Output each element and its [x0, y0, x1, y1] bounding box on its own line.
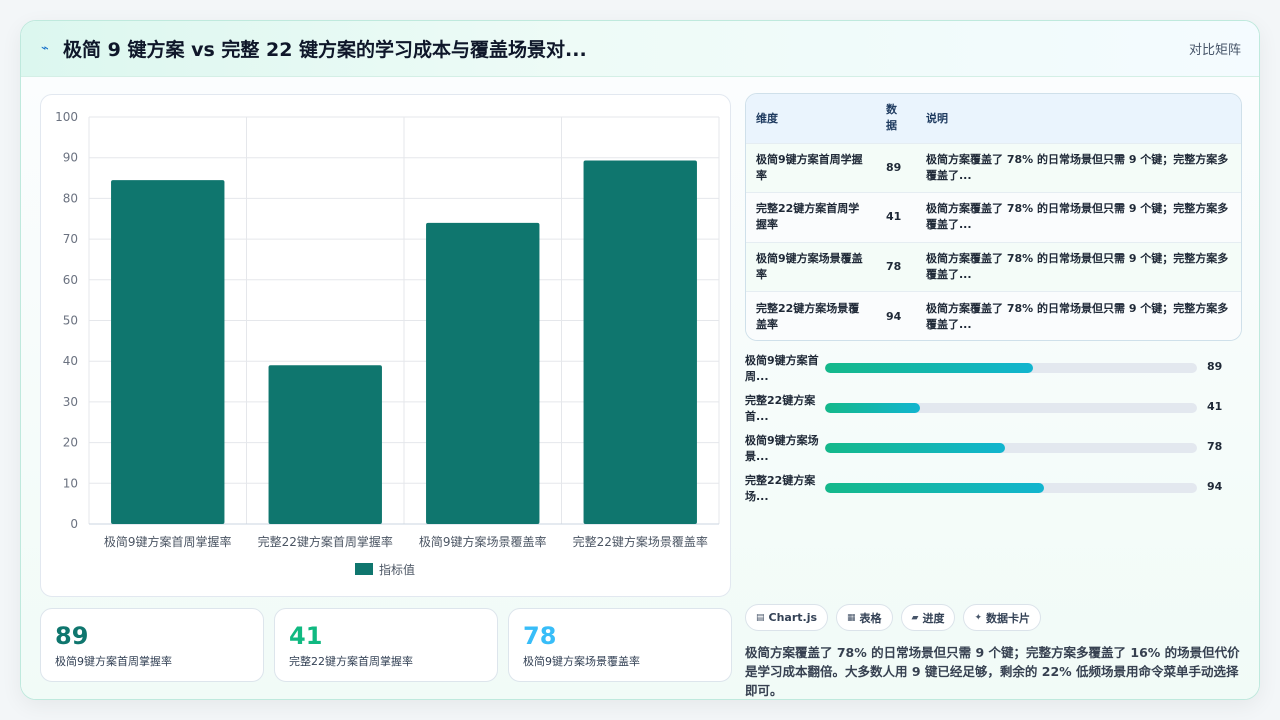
progress-value: 89 [1207, 360, 1223, 373]
header-value: 数据 [886, 103, 897, 133]
cell-value: 41 [886, 210, 902, 224]
progress-label: 极简9键方案首周... [745, 354, 819, 383]
y-tick-label: 30 [63, 395, 78, 409]
chip-progress[interactable]: ▰ 进度 [900, 604, 956, 631]
y-tick-label: 70 [63, 232, 78, 246]
x-tick-label: 完整22键方案首周掌握率 [258, 534, 393, 549]
cell-dimension: 极简9键方案首周学握率 [756, 152, 863, 182]
progress-track [825, 403, 1197, 413]
chip-data-card[interactable]: ✦ 数据卡片 [963, 604, 1042, 631]
bar [268, 365, 382, 524]
table-row: 极简9键方案场景覆盖率 78 极简方案覆盖了 78% 的日常场景但只需 9 个键… [746, 242, 1241, 292]
summary-text: 极简方案覆盖了 78% 的日常场景但只需 9 个键；完整方案多覆盖了 16% 的… [745, 645, 1240, 698]
dashboard-card: ⌁ 极简 9 键方案 vs 完整 22 键方案的学习成本与覆盖场景对... 对比… [20, 20, 1260, 700]
header: ⌁ 极简 9 键方案 vs 完整 22 键方案的学习成本与覆盖场景对... 对比… [21, 21, 1259, 77]
y-tick-label: 20 [63, 436, 78, 450]
cell-value: 94 [886, 309, 902, 323]
progress-label: 完整22键方案场... [745, 474, 816, 503]
kpi-card: 41 完整22键方案首周掌握率 [274, 608, 498, 682]
y-tick-label: 40 [63, 354, 78, 368]
kpi-value: 41 [289, 622, 323, 650]
header-description: 说明 [926, 112, 948, 126]
table-header-row: 维度 数据 说明 [746, 94, 1241, 143]
progress-fill [825, 363, 1034, 373]
view-tag[interactable]: 对比矩阵 [1189, 39, 1241, 58]
progress-fill [825, 443, 1006, 453]
y-tick-label: 0 [70, 517, 78, 531]
legend-swatch [355, 563, 373, 575]
table-row: 完整22键方案场景覆盖率 94 极简方案覆盖了 78% 的日常场景但只需 9 个… [746, 291, 1241, 340]
y-tick-label: 100 [55, 110, 78, 124]
cell-description: 极简方案覆盖了 78% 的日常场景但只需 9 个键；完整方案多覆盖了... [926, 202, 1229, 232]
progress-label: 极简9键方案场景... [745, 434, 819, 463]
header-dimension: 维度 [756, 112, 778, 126]
y-tick-label: 10 [63, 476, 78, 490]
kpi-card: 78 极简9键方案场景覆盖率 [508, 608, 732, 682]
progress-fill [825, 403, 920, 413]
progress-value: 94 [1207, 480, 1223, 493]
chip-chartjs[interactable]: ▤ Chart.js [745, 604, 829, 631]
cell-dimension: 完整22键方案首周学握率 [756, 202, 860, 232]
progress-row: 极简9键方案首周... 89 [745, 351, 1242, 387]
cell-value: 89 [886, 160, 902, 174]
kpi-label: 极简9键方案场景覆盖率 [523, 655, 640, 668]
page-title: 极简 9 键方案 vs 完整 22 键方案的学习成本与覆盖场景对... [63, 39, 587, 61]
x-tick-label: 极简9键方案场景覆盖率 [419, 534, 547, 549]
kpi-value: 78 [523, 622, 557, 650]
cell-description: 极简方案覆盖了 78% 的日常场景但只需 9 个键；完整方案多覆盖了... [926, 152, 1229, 182]
table-row: 完整22键方案首周学握率 41 极简方案覆盖了 78% 的日常场景但只需 9 个… [746, 192, 1241, 242]
progress-row: 完整22键方案场... 94 [745, 471, 1242, 507]
bar-chart: 0 10 20 30 40 50 60 70 80 90 100 极简9键方案首周掌握率 完整22键方案… [55, 110, 720, 577]
bar [426, 222, 540, 524]
cell-description: 极简方案覆盖了 78% 的日常场景但只需 9 个键；完整方案多覆盖了... [926, 301, 1229, 331]
table-row: 极简9键方案首周学握率 89 极简方案覆盖了 78% 的日常场景但只需 9 个键… [746, 143, 1241, 193]
chip-table[interactable]: ▦ 表格 [836, 604, 893, 631]
cell-dimension: 完整22键方案场景覆盖率 [756, 301, 860, 331]
y-tick-label: 60 [63, 273, 78, 287]
progress-track [825, 363, 1197, 373]
progress-row: 完整22键方案首... 41 [745, 391, 1242, 427]
content-area: 0 10 20 30 40 50 60 70 80 90 100 极简9键方案首周掌握率 完整22键方案… [21, 77, 1259, 699]
bar [111, 180, 225, 524]
kpi-value: 89 [55, 622, 89, 650]
bar-chart-panel: 0 10 20 30 40 50 60 70 80 90 100 极简9键方案首周掌握率 完整22键方案… [40, 94, 731, 597]
progress-fill [825, 483, 1044, 493]
y-tick-label: 80 [63, 191, 78, 205]
x-tick-label: 完整22键方案场景覆盖率 [573, 534, 708, 549]
progress-value: 41 [1207, 400, 1223, 413]
cell-value: 78 [886, 259, 902, 273]
cell-description: 极简方案覆盖了 78% 的日常场景但只需 9 个键；完整方案多覆盖了... [926, 251, 1229, 281]
sparkle-icon: ✦ [974, 612, 983, 623]
bar [583, 160, 697, 524]
view-chips: ▤ Chart.js ▦ 表格 ▰ 进度 ✦ 数据卡片 [745, 604, 1042, 631]
progress-track [825, 443, 1197, 453]
table-icon: ▦ [847, 612, 856, 623]
kpi-label: 极简9键方案首周掌握率 [55, 655, 172, 668]
kpi-label: 完整22键方案首周掌握率 [289, 655, 413, 668]
cell-dimension: 极简9键方案场景覆盖率 [756, 251, 863, 281]
progress-label: 完整22键方案首... [745, 394, 816, 423]
progress-track [825, 483, 1197, 493]
chart-spark-icon: ⌁ [41, 40, 49, 56]
progress-row: 极简9键方案场景... 78 [745, 431, 1242, 467]
chart-icon: ▤ [756, 612, 765, 623]
data-table: 维度 数据 说明 极简9键方案首周学握率 89 极简方案覆盖了 78% 的日常场… [745, 93, 1242, 341]
kpi-card: 89 极简9键方案首周掌握率 [40, 608, 264, 682]
x-tick-label: 极简9键方案首周掌握率 [104, 534, 232, 549]
legend-label: 指标值 [379, 562, 415, 577]
y-tick-label: 50 [63, 314, 78, 328]
progress-value: 78 [1207, 440, 1223, 453]
progress-icon: ▰ [911, 612, 919, 623]
y-tick-label: 90 [63, 151, 78, 165]
